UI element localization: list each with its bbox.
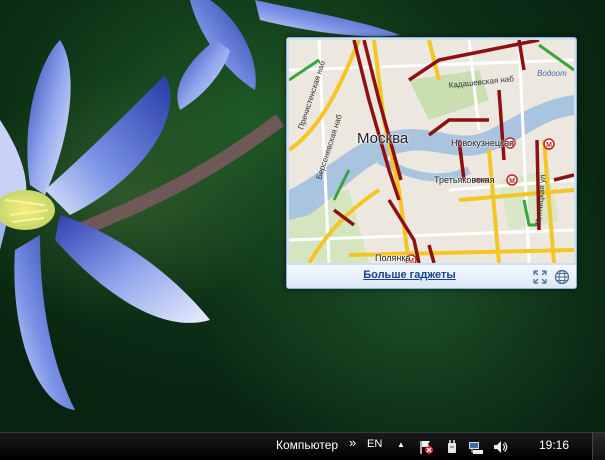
metro-label-novokuznetskaya: Новокузнецкая <box>451 138 514 148</box>
action-center-flag-icon[interactable] <box>418 439 434 455</box>
maps-gadget[interactable]: М М М М Пречистенская наб Берсеневская н… <box>286 37 577 289</box>
power-icon[interactable] <box>444 439 460 455</box>
traffic-map[interactable]: М М М М Пречистенская наб Берсеневская н… <box>289 40 574 263</box>
language-indicator[interactable]: EN <box>367 438 382 450</box>
map-canvas[interactable]: М М М М Пречистенская наб Берсеневская н… <box>289 40 574 263</box>
computer-toolbar-label[interactable]: Компьютер <box>276 438 338 452</box>
toolbar-chevron-icon[interactable]: » <box>349 435 356 450</box>
show-hidden-icons-arrow[interactable]: ▲ <box>397 440 405 449</box>
expand-icon[interactable] <box>532 269 548 285</box>
more-gadgets-link[interactable]: Больше гаджеты <box>287 269 532 281</box>
city-label: Москва <box>357 130 409 147</box>
gadget-footer: Больше гаджеты <box>287 265 576 288</box>
show-desktop-button[interactable] <box>592 433 605 460</box>
svg-text:М: М <box>509 178 515 185</box>
volume-icon[interactable] <box>492 439 508 455</box>
metro-label-tretyakovskaya: Третьяковская <box>434 175 495 185</box>
globe-icon[interactable] <box>554 269 570 285</box>
clock[interactable]: 19:16 <box>539 438 569 452</box>
street-label-vodootvodny: Водоот <box>537 69 567 78</box>
network-icon[interactable] <box>468 439 484 455</box>
taskbar: Компьютер » EN ▲ 19:16 <box>0 432 605 460</box>
street-label-polyanka: Полянка <box>375 253 411 263</box>
svg-text:М: М <box>546 142 552 149</box>
